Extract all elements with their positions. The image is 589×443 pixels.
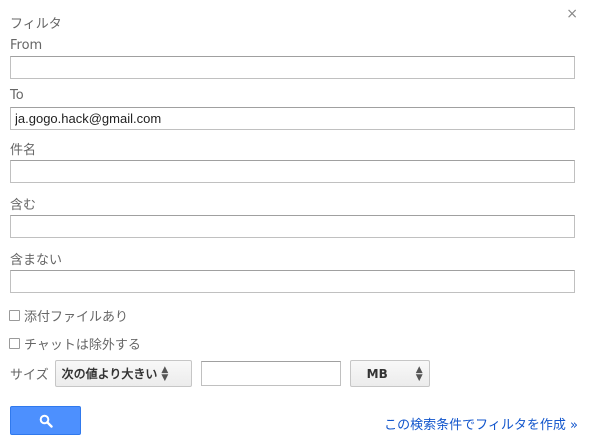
size-unit-value: MB	[366, 366, 388, 381]
to-label: To	[10, 88, 24, 103]
from-input[interactable]	[10, 56, 575, 79]
from-label: From	[10, 38, 43, 53]
exclude-chats-checkbox[interactable]	[9, 338, 20, 349]
select-arrows-icon: ▲ ▼	[161, 364, 169, 383]
has-attachment-option[interactable]: 添付ファイルあり	[9, 306, 128, 325]
subject-input[interactable]	[10, 160, 575, 183]
dialog-title: フィルタ	[10, 17, 62, 32]
size-label: サイズ	[10, 368, 49, 383]
doesnt-have-label: 含まない	[10, 253, 63, 268]
create-filter-link[interactable]: この検索条件でフィルタを作成 »	[384, 414, 578, 433]
size-comparator-select[interactable]: 次の値より大きい ▲ ▼	[54, 360, 192, 387]
has-attachment-label: 添付ファイルあり	[24, 310, 129, 325]
to-input[interactable]	[10, 107, 575, 130]
doesnt-have-input[interactable]	[10, 270, 575, 293]
has-words-input[interactable]	[10, 215, 575, 238]
unit-select-arrows-icon: ▲ ▼	[415, 364, 423, 383]
subject-label: 件名	[10, 143, 37, 158]
has-attachment-checkbox[interactable]	[9, 310, 20, 321]
exclude-chats-label: チャットは除外する	[24, 338, 141, 353]
search-button[interactable]	[10, 406, 81, 435]
close-icon[interactable]: ×	[566, 7, 578, 21]
search-icon	[39, 414, 53, 428]
size-comparator-value: 次の値より大きい	[61, 367, 158, 381]
exclude-chats-option[interactable]: チャットは除外する	[9, 334, 141, 353]
size-row: サイズ 次の値より大きい ▲ ▼ MB ▲ ▼	[10, 360, 430, 387]
size-value-input[interactable]	[200, 361, 341, 386]
has-words-label: 含む	[10, 198, 37, 213]
size-unit-select[interactable]: MB ▲ ▼	[349, 360, 430, 387]
